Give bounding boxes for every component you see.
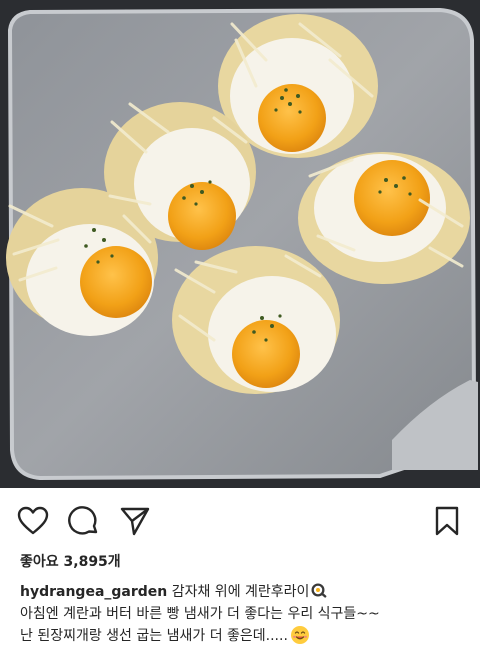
- post-photo[interactable]: [0, 0, 480, 488]
- caption-text: 감자채 위에 계란후라이: [171, 584, 310, 600]
- caption-line-1: hydrangea_garden 감자채 위에 계란후라이: [20, 581, 468, 603]
- caption-line-2: 아침엔 계란과 버터 바른 빵 냄새가 더 좋다는 우리 식구들~~: [20, 606, 380, 622]
- frying-pan-egg-icon: [311, 582, 328, 599]
- bookmark-icon[interactable]: [430, 504, 464, 538]
- caption-username[interactable]: hydrangea_garden: [20, 584, 167, 600]
- likes-count[interactable]: 좋아요 3,895개: [20, 551, 121, 571]
- heart-icon[interactable]: [16, 504, 50, 538]
- egg-nest: [172, 246, 340, 394]
- send-icon[interactable]: [118, 504, 152, 538]
- smiling-face-icon: [290, 625, 310, 645]
- post-caption: hydrangea_garden 감자채 위에 계란후라이 아침엔 계란과 버터…: [20, 581, 468, 647]
- action-bar: [0, 500, 480, 540]
- food-photo-illustration: [0, 0, 480, 488]
- caption-line-3-text: 난 된장찌개랑 생선 굽는 냄새가 더 좋은데.....: [20, 628, 288, 644]
- caption-line-3: 난 된장찌개랑 생선 굽는 냄새가 더 좋은데.....: [20, 625, 468, 647]
- comment-icon[interactable]: [67, 504, 101, 538]
